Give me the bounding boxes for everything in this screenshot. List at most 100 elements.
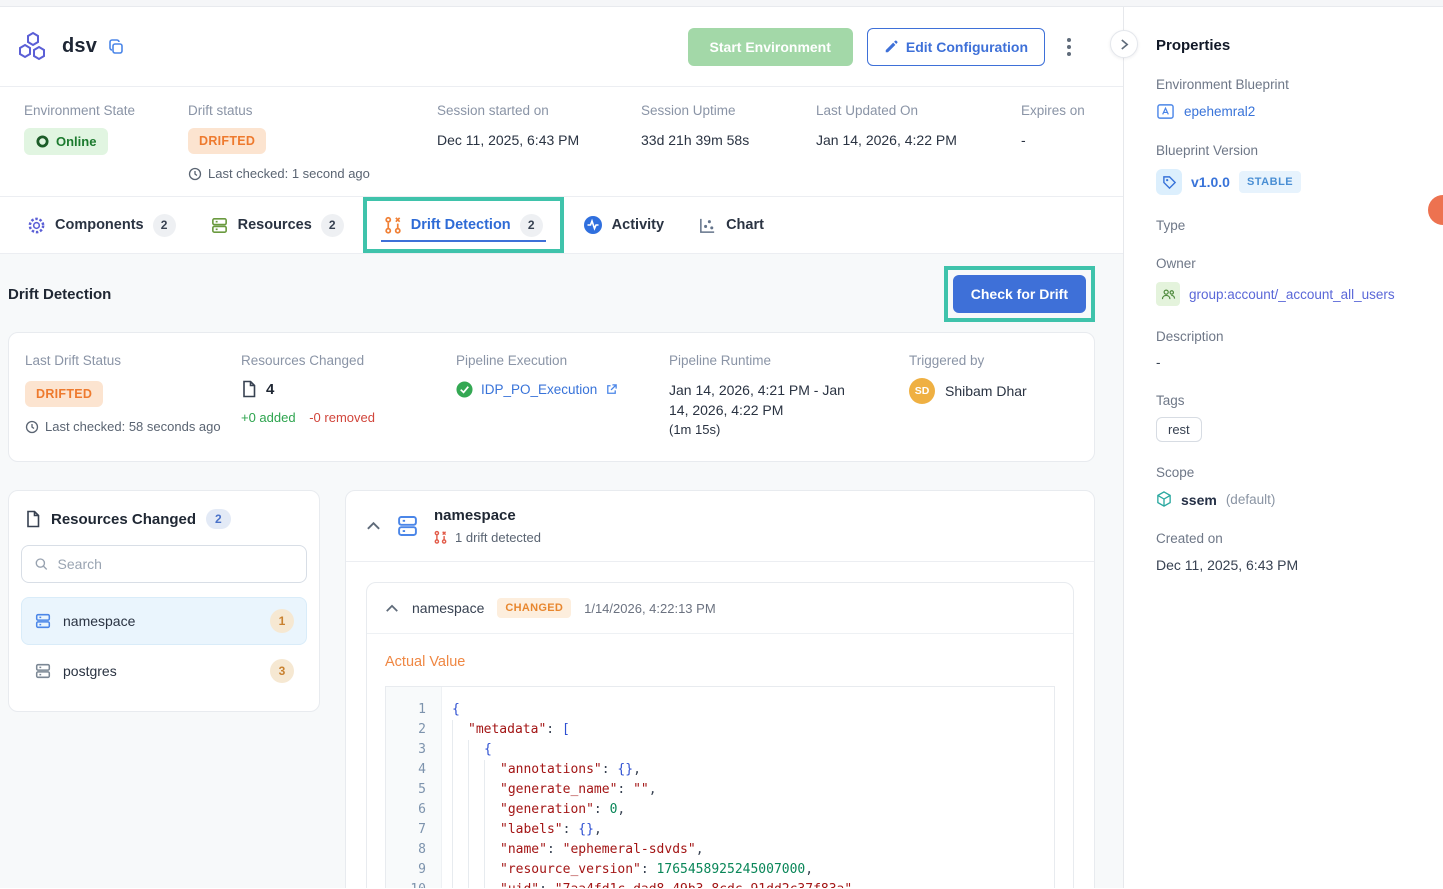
pencil-icon	[884, 40, 898, 54]
tab-drift-detection[interactable]: Drift Detection 2	[367, 214, 560, 237]
code-viewer[interactable]: 12345678910 {"metadata": [{"annotations"…	[385, 686, 1055, 888]
tab-resources[interactable]: Resources 2	[193, 197, 361, 253]
code-line-number: 3	[386, 740, 426, 760]
drift-count-badge: 3	[270, 659, 294, 683]
check-drift-highlight-box: Check for Drift	[944, 266, 1095, 322]
resources-changed-count: 4	[266, 381, 274, 398]
entry-resource-name: namespace	[412, 600, 484, 616]
expires-on-label: Expires on	[1021, 103, 1085, 118]
document-icon	[25, 510, 41, 528]
top-strip	[0, 0, 1443, 7]
scope-value: ssem	[1181, 492, 1217, 508]
code-line-number: 2	[386, 720, 426, 740]
version-value[interactable]: v1.0.0	[1191, 174, 1230, 190]
code-line: "resource_version": 1765458925245007000,	[442, 860, 1054, 880]
drift-summary-card: Last Drift Status DRIFTED Last checked: …	[8, 332, 1095, 462]
summary-drifted-badge: DRIFTED	[25, 381, 103, 407]
status-info-row: Environment State Online Drift status DR…	[0, 87, 1123, 197]
scope-label: Scope	[1156, 465, 1423, 480]
code-line: "annotations": {},	[442, 760, 1054, 780]
code-line: "labels": {},	[442, 820, 1054, 840]
edit-configuration-button[interactable]: Edit Configuration	[867, 28, 1045, 66]
changed-badge: CHANGED	[497, 598, 571, 618]
drift-detection-panel: Drift Detection Check for Drift Last Dri…	[0, 254, 1123, 888]
code-line-number: 1	[386, 700, 426, 720]
resources-changed-label: Resources Changed	[241, 353, 456, 368]
gear-icon	[27, 216, 46, 235]
properties-panel: Properties Environment Blueprint epehemr…	[1124, 7, 1443, 888]
pipeline-execution-link[interactable]: IDP_PO_Execution	[481, 382, 597, 397]
code-line: "name": "ephemeral-sdvds",	[442, 840, 1054, 860]
avatar: SD	[909, 378, 935, 404]
code-line-number: 10	[386, 880, 426, 888]
env-state-label: Environment State	[24, 103, 188, 118]
document-icon	[241, 380, 257, 398]
code-line: "uid": "7aa4fd1c-dad8-49b3-8cdc-91dd2c37…	[442, 880, 1054, 888]
resource-search-box	[21, 545, 307, 583]
chevron-up-icon[interactable]	[385, 604, 399, 613]
chevron-up-icon[interactable]	[366, 521, 381, 531]
clock-icon	[25, 420, 39, 434]
tab-bar: Components 2 Resources 2 Drift Detection…	[0, 197, 1123, 254]
copy-icon[interactable]	[107, 38, 125, 56]
resources-panel-count: 2	[206, 509, 231, 529]
start-environment-button[interactable]: Start Environment	[688, 28, 853, 66]
code-line: {	[442, 740, 1054, 760]
properties-title: Properties	[1156, 37, 1423, 54]
session-uptime-label: Session Uptime	[641, 103, 816, 118]
code-line-number: 5	[386, 780, 426, 800]
last-drift-status-label: Last Drift Status	[25, 353, 241, 368]
code-gutter: 12345678910	[386, 687, 442, 888]
activity-icon	[583, 215, 603, 235]
tab-activity[interactable]: Activity	[566, 197, 681, 253]
check-for-drift-button[interactable]: Check for Drift	[953, 275, 1086, 313]
blueprint-icon	[1156, 103, 1175, 120]
session-uptime-value: 33d 21h 39m 58s	[641, 132, 816, 148]
owner-link[interactable]: group:account/_account_all_users	[1189, 287, 1395, 302]
pipeline-runtime-duration: (1m 15s)	[669, 422, 909, 437]
search-input[interactable]	[58, 556, 294, 572]
collapse-panel-button[interactable]	[1110, 30, 1138, 58]
resources-changed-panel: Resources Changed 2 namespace 1	[8, 490, 320, 712]
entry-timestamp: 1/14/2026, 4:22:13 PM	[584, 601, 716, 616]
created-on-label: Created on	[1156, 531, 1423, 546]
tag-icon	[1156, 169, 1182, 195]
stack-icon	[34, 612, 52, 630]
stack-icon	[395, 514, 420, 538]
list-item-postgres[interactable]: postgres 3	[21, 647, 307, 695]
description-value: -	[1156, 355, 1423, 370]
session-started-label: Session started on	[437, 103, 641, 118]
tab-chart[interactable]: Chart	[681, 197, 781, 253]
blueprint-link[interactable]: epehemral2	[1184, 104, 1255, 119]
page-title: dsv	[62, 35, 97, 58]
chart-icon	[698, 216, 717, 235]
drift-entry-card: namespace CHANGED 1/14/2026, 4:22:13 PM …	[366, 582, 1074, 888]
drift-count-badge: 1	[270, 609, 294, 633]
scope-suffix: (default)	[1226, 492, 1276, 507]
last-updated-label: Last Updated On	[816, 103, 1021, 118]
more-options-kebab-icon[interactable]	[1059, 32, 1079, 62]
pipeline-runtime-value: Jan 14, 2026, 4:21 PM - Jan 14, 2026, 4:…	[669, 380, 859, 420]
list-item-namespace[interactable]: namespace 1	[21, 597, 307, 645]
added-count: +0 added	[241, 410, 296, 425]
stable-badge: STABLE	[1239, 171, 1301, 193]
pipeline-execution-label: Pipeline Execution	[456, 353, 669, 368]
check-circle-icon	[456, 381, 473, 398]
tab-components-count: 2	[153, 214, 176, 237]
session-started-value: Dec 11, 2025, 6:43 PM	[437, 132, 641, 148]
stack-icon	[34, 662, 52, 680]
header-bar: dsv Start Environment Edit Configuration	[0, 7, 1123, 87]
owner-label: Owner	[1156, 256, 1423, 271]
tab-components[interactable]: Components 2	[10, 197, 193, 253]
code-line-number: 6	[386, 800, 426, 820]
blueprint-label: Environment Blueprint	[1156, 77, 1423, 92]
actual-value-label: Actual Value	[385, 654, 1055, 670]
code-line-number: 7	[386, 820, 426, 840]
group-icon	[1156, 282, 1180, 306]
expires-on-value: -	[1021, 132, 1085, 148]
chevron-right-icon	[1120, 38, 1129, 51]
drift-icon	[434, 530, 447, 545]
online-status-badge: Online	[24, 128, 108, 155]
active-tab-underline	[381, 240, 546, 242]
tab-drift-count: 2	[520, 214, 543, 237]
